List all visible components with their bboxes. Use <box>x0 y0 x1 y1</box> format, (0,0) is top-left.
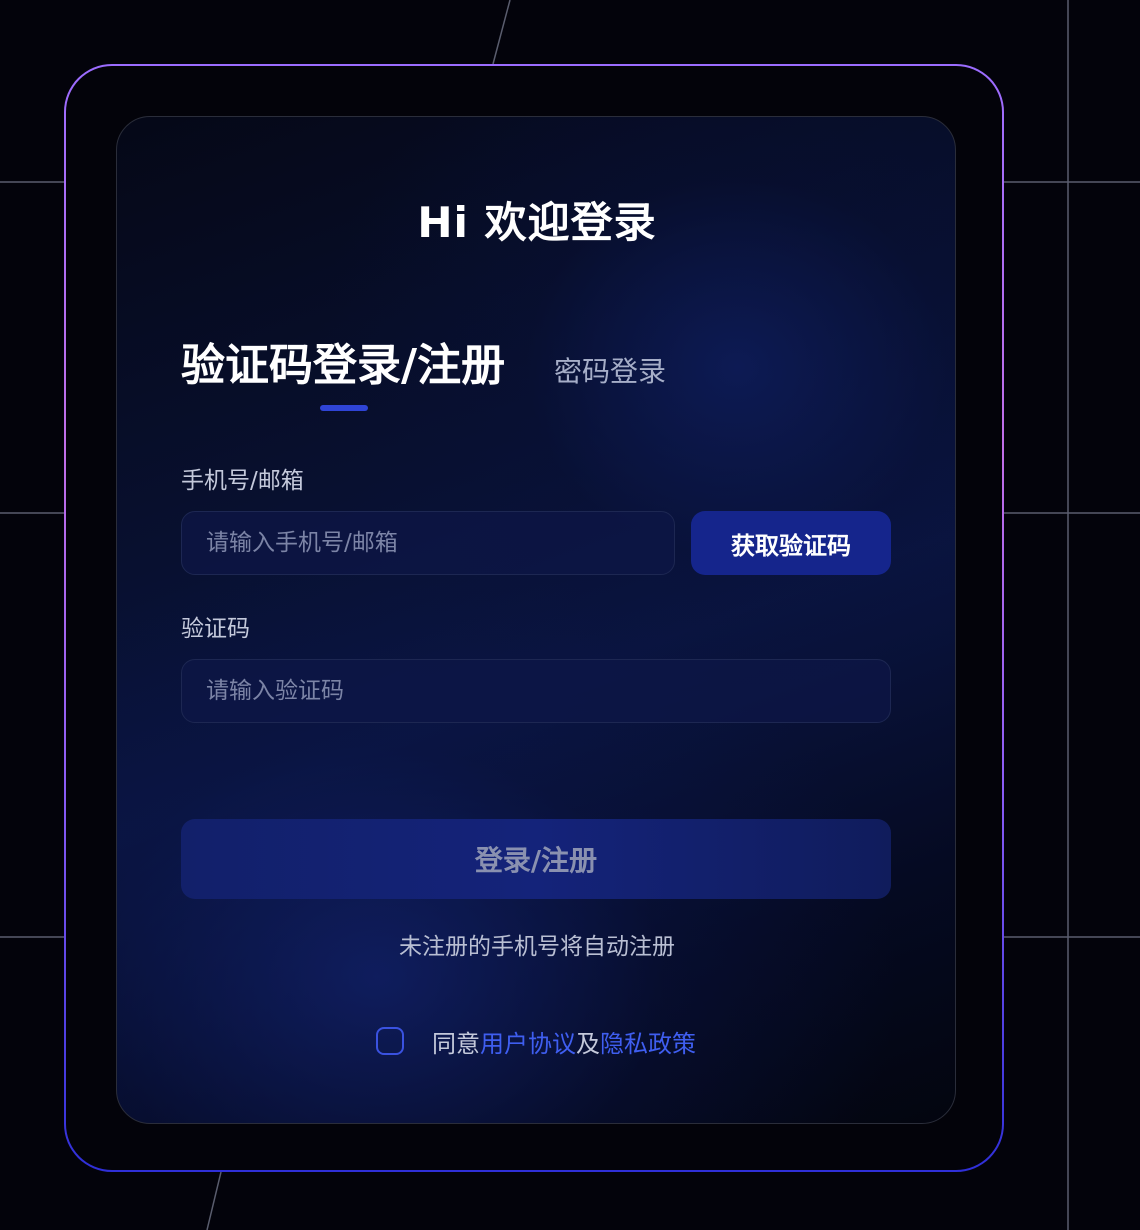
user-agreement-link[interactable]: 用户协议 <box>480 1024 576 1059</box>
code-label: 验证码 <box>181 616 250 642</box>
agreement-row: 同意 用户协议及隐私政策 <box>376 1024 696 1058</box>
active-tab-indicator <box>320 405 368 411</box>
privacy-policy-link[interactable]: 隐私政策 <box>600 1024 696 1059</box>
tab-code-login[interactable]: 验证码登录/注册 <box>181 329 505 393</box>
login-register-button[interactable]: 登录/注册 <box>181 819 891 899</box>
agreement-conjunction: 及 <box>576 1029 600 1058</box>
account-input[interactable] <box>181 511 675 575</box>
get-code-button[interactable]: 获取验证码 <box>691 511 891 575</box>
tab-password-login[interactable]: 密码登录 <box>554 350 666 390</box>
account-label: 手机号/邮箱 <box>181 468 304 494</box>
login-frame-inner: Hi 欢迎登录 验证码登录/注册 密码登录 手机号/邮箱 获取验证码 验证码 登… <box>66 66 1002 1170</box>
agreement-checkbox[interactable] <box>376 1027 404 1055</box>
auto-register-hint: 未注册的手机号将自动注册 <box>399 934 675 960</box>
page: Hi 欢迎登录 验证码登录/注册 密码登录 手机号/邮箱 获取验证码 验证码 登… <box>0 0 1140 1230</box>
code-input[interactable] <box>181 659 891 723</box>
agreement-prefix: 同意 <box>432 1029 480 1058</box>
login-card: Hi 欢迎登录 验证码登录/注册 密码登录 手机号/邮箱 获取验证码 验证码 登… <box>116 116 956 1124</box>
page-title: Hi 欢迎登录 <box>417 198 657 247</box>
login-frame: Hi 欢迎登录 验证码登录/注册 密码登录 手机号/邮箱 获取验证码 验证码 登… <box>64 64 1004 1172</box>
